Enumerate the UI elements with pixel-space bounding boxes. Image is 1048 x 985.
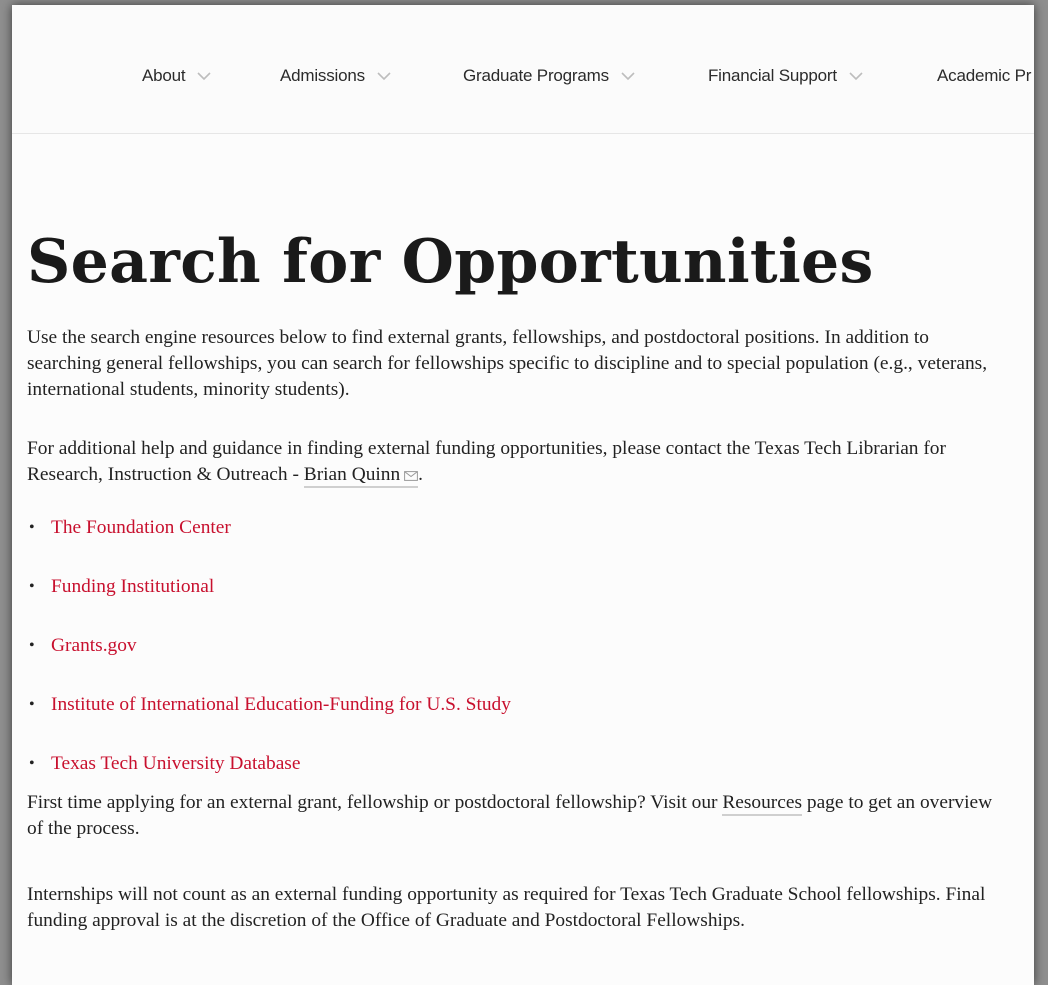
nav-item-about[interactable]: About xyxy=(142,63,212,89)
resources-link[interactable]: Resources xyxy=(722,792,803,816)
bullet: • xyxy=(29,755,35,772)
link-iie-funding[interactable]: Institute of International Education-Fun… xyxy=(51,692,511,718)
contact-link[interactable]: Brian Quinn xyxy=(303,464,419,488)
chevron-down-icon xyxy=(197,72,212,81)
browser-viewport: About Admissions Graduate Programs Finan… xyxy=(12,5,1034,985)
first-time-paragraph: First time applying for an external gran… xyxy=(27,790,1002,842)
nav-item-label: Graduate Programs xyxy=(463,66,609,85)
link-grants-gov[interactable]: Grants.gov xyxy=(51,633,137,659)
nav-item-label: Admissions xyxy=(280,66,365,85)
nav-item-financial-support[interactable]: Financial Support xyxy=(708,63,863,89)
nav-item-academic-programs[interactable]: Academic Pr xyxy=(937,63,1031,89)
list-item: • Institute of International Education-F… xyxy=(27,692,511,751)
nav-item-admissions[interactable]: Admissions xyxy=(280,63,391,89)
nav-item-graduate-programs[interactable]: Graduate Programs xyxy=(463,63,635,89)
nav-item-label: Financial Support xyxy=(708,66,837,85)
mail-icon xyxy=(404,470,419,481)
chevron-down-icon xyxy=(849,72,863,81)
top-navigation: About Admissions Graduate Programs Finan… xyxy=(12,5,1034,134)
bullet: • xyxy=(29,578,35,595)
chevron-down-icon xyxy=(377,72,391,81)
page-title: Search for Opportunities xyxy=(27,227,874,297)
link-funding-institutional[interactable]: Funding Institutional xyxy=(51,574,214,600)
chevron-down-icon xyxy=(621,72,635,81)
link-ttu-database[interactable]: Texas Tech University Database xyxy=(51,751,300,777)
help-suffix: . xyxy=(418,464,424,485)
nav-item-label: Academic Pr xyxy=(937,66,1032,85)
contact-link-label: Brian Quinn xyxy=(303,464,401,485)
list-item: • The Foundation Center xyxy=(27,515,511,574)
internships-paragraph: Internships will not count as an externa… xyxy=(27,884,986,931)
first-time-text: First time applying for an external gran… xyxy=(27,792,723,813)
nav-item-label: About xyxy=(142,66,186,85)
resource-link-list: • The Foundation Center • Funding Instit… xyxy=(27,515,511,810)
intro-paragraph: Use the search engine resources below to… xyxy=(27,327,988,400)
list-item: • Grants.gov xyxy=(27,633,511,692)
bullet: • xyxy=(29,696,35,713)
link-foundation-center[interactable]: The Foundation Center xyxy=(51,515,231,541)
bullet: • xyxy=(29,637,35,654)
bullet: • xyxy=(29,519,35,536)
list-item: • Funding Institutional xyxy=(27,574,511,633)
help-text: For additional help and guidance in find… xyxy=(27,438,946,485)
help-paragraph: For additional help and guidance in find… xyxy=(27,436,1002,488)
